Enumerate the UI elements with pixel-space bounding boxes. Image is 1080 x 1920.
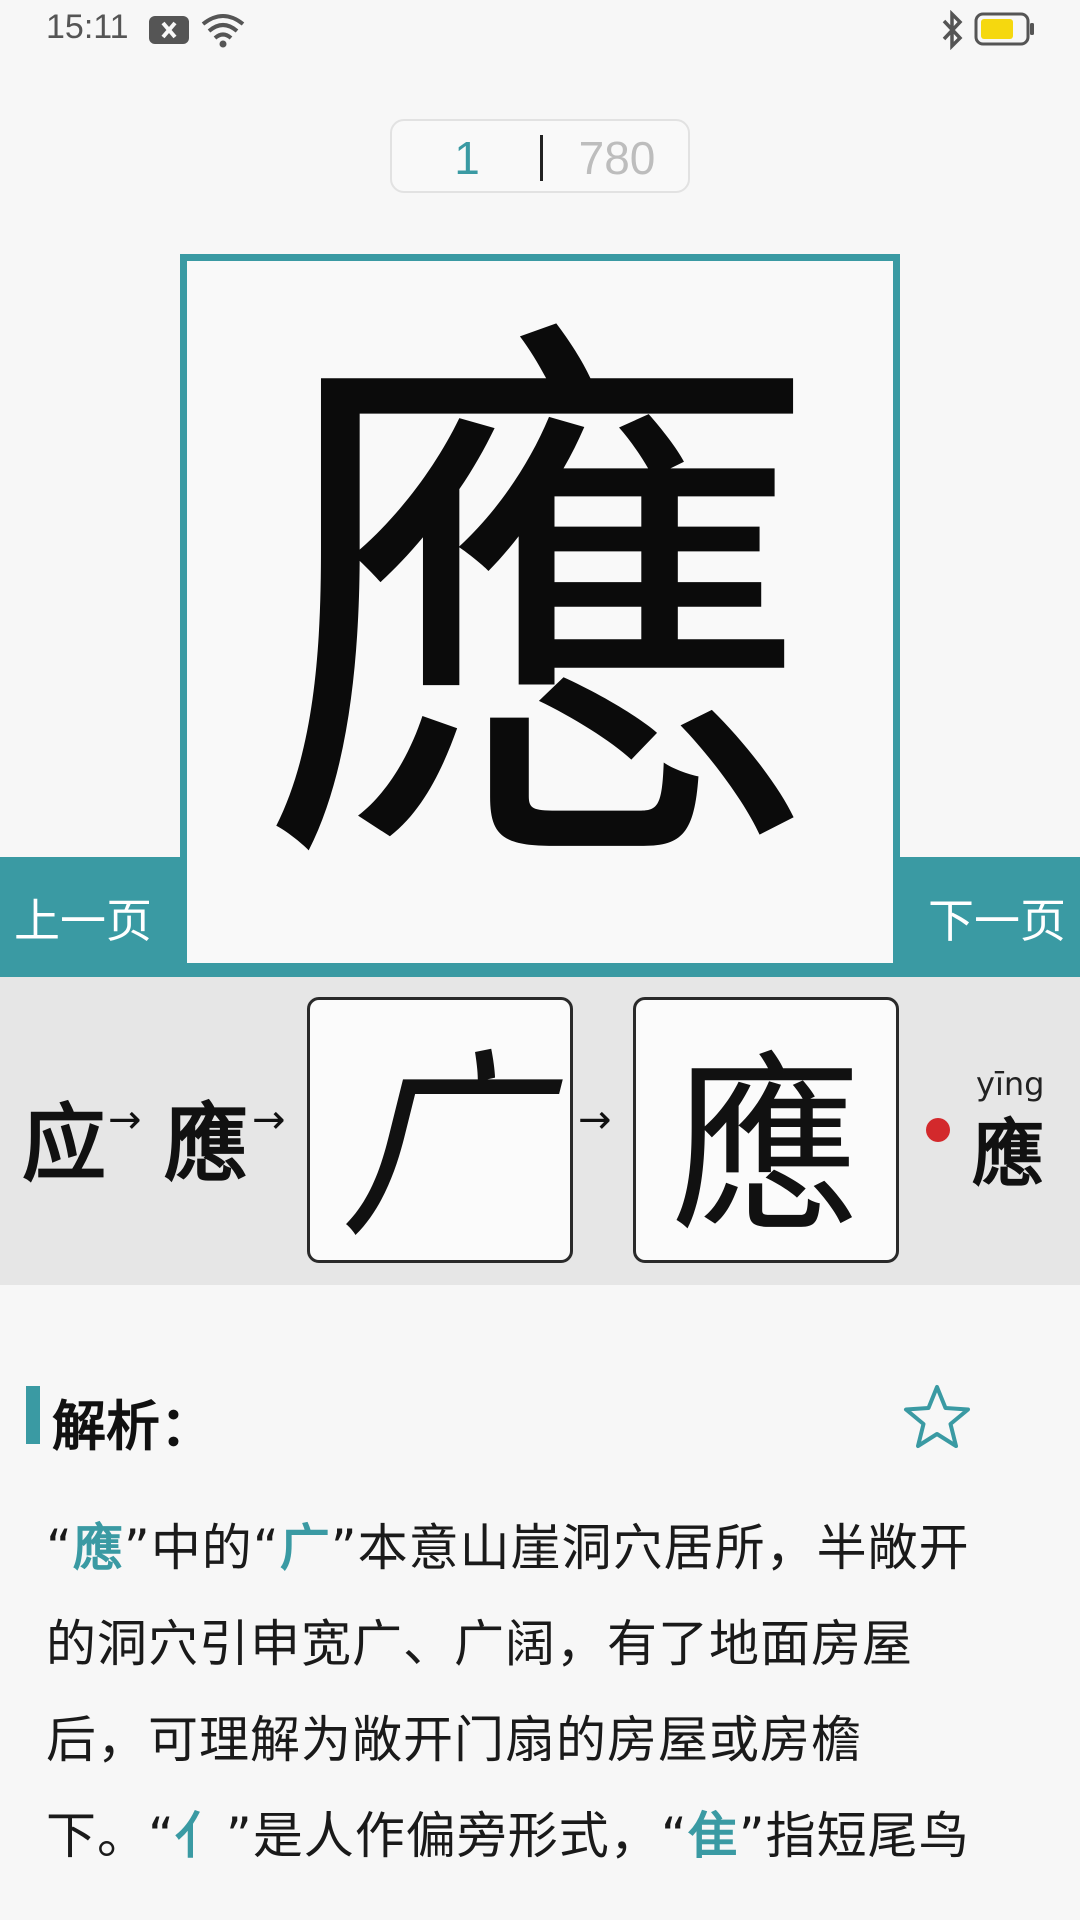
page-counter[interactable]: 1 780 — [390, 119, 690, 193]
bluetooth-icon — [942, 10, 963, 50]
quote-open: “ — [660, 1807, 688, 1865]
quote-open: “ — [148, 1807, 175, 1865]
analysis-title: 解析： — [52, 1395, 214, 1458]
status-bar: 15:11 — [0, 0, 1080, 60]
quote-close: ” — [738, 1807, 766, 1865]
favorite-star-icon[interactable] — [902, 1382, 972, 1452]
analysis-text-part: 是人作偏旁形式， — [252, 1807, 661, 1865]
arrow-icon: → — [108, 1097, 142, 1143]
seal-glyph-card[interactable]: 應 — [633, 997, 899, 1263]
character-evolution: 应 → 應 → 广 → 應 yīng 應 — [0, 977, 1080, 1285]
quote-close: ” — [123, 1519, 151, 1577]
arrow-icon: → — [252, 1097, 286, 1143]
analysis-text-part: 指短尾鸟 — [765, 1807, 970, 1865]
ancient-glyph-card[interactable]: 广 — [307, 997, 573, 1265]
quote-open: “ — [252, 1519, 280, 1577]
highlight-char: 亻 — [174, 1807, 226, 1865]
simplified-char: 应 — [22, 1094, 107, 1193]
traditional-char: 應 — [164, 1094, 249, 1193]
next-page-button[interactable]: 下一页 — [928, 885, 1066, 951]
ancient-glyph: 广 — [339, 1032, 540, 1265]
red-dot-marker — [926, 1118, 950, 1142]
analysis-text: “應”中的“广”本意山崖洞穴居所，半敞开的洞穴引申宽广、广阔，有了地面房屋后，可… — [46, 1500, 1006, 1884]
wifi-icon — [201, 14, 245, 48]
highlight-char: 應 — [72, 1519, 124, 1577]
quote-close: ” — [225, 1807, 253, 1865]
seal-glyph: 應 — [670, 1036, 861, 1258]
pinyin-character: 應 — [972, 1111, 1045, 1196]
prev-page-button[interactable]: 上一页 — [14, 885, 152, 951]
battery-icon — [974, 12, 1034, 46]
main-character: 應 — [260, 286, 820, 938]
current-page[interactable]: 1 — [392, 131, 542, 185]
highlight-char: 广 — [279, 1519, 331, 1577]
section-accent-bar — [26, 1386, 40, 1444]
character-card[interactable]: 應 — [180, 254, 900, 970]
arrow-icon: → — [578, 1097, 612, 1143]
quote-open: “ — [46, 1519, 73, 1577]
total-pages: 780 — [578, 132, 656, 184]
highlight-char: 隹 — [687, 1807, 739, 1865]
quote-close: ” — [330, 1519, 358, 1577]
notification-blocked-icon — [149, 16, 189, 44]
analysis-text-part: 中的 — [150, 1519, 253, 1577]
status-time: 15:11 — [46, 8, 129, 46]
